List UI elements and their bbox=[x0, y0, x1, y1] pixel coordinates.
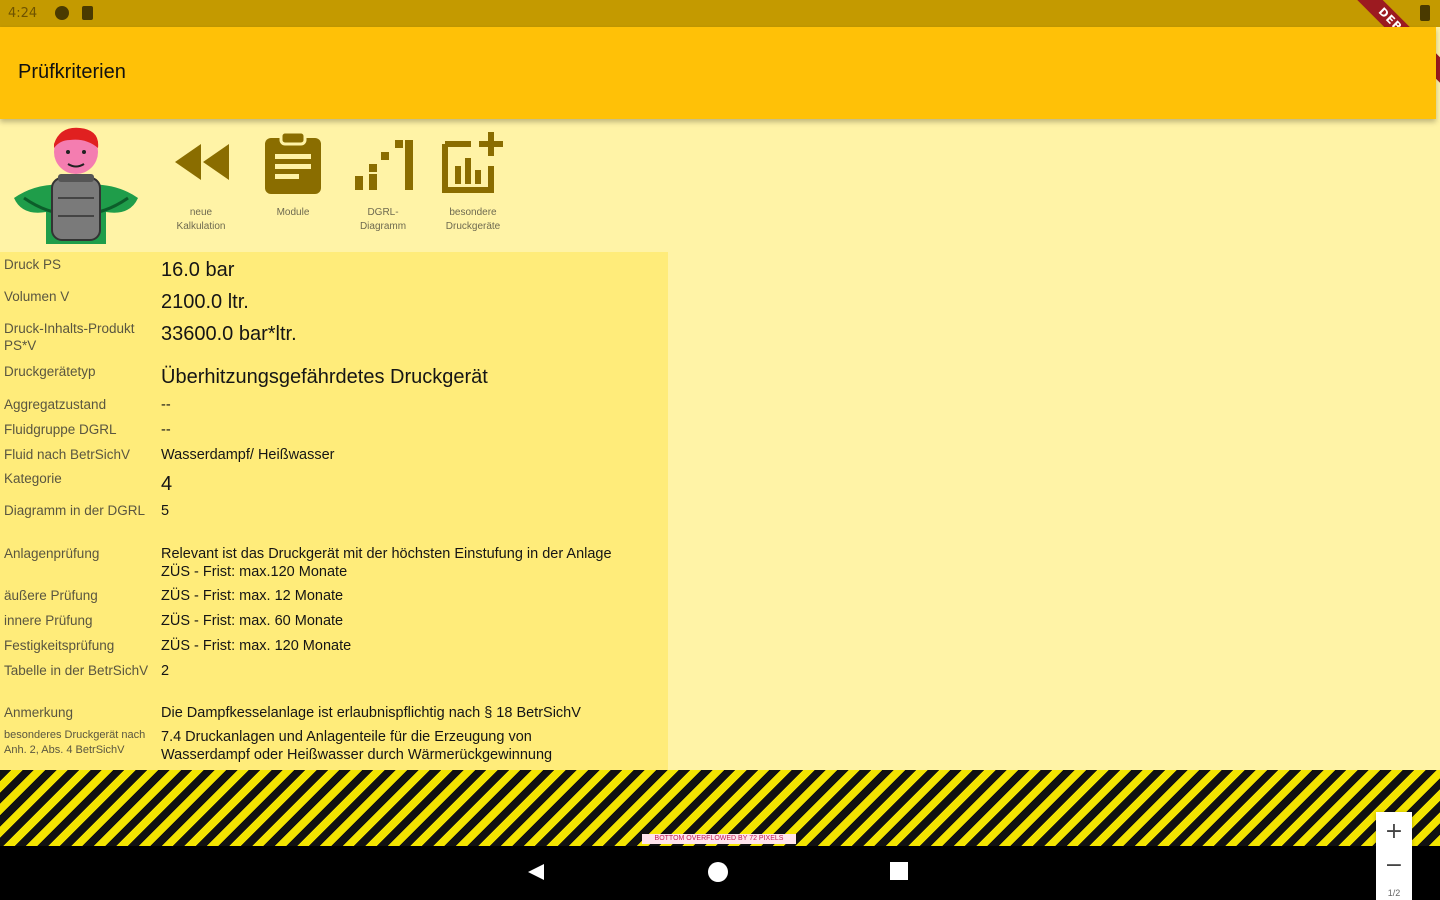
zoom-in-button[interactable]: + bbox=[1376, 814, 1412, 850]
clipboard-icon bbox=[265, 130, 321, 194]
zoom-control: + − 1/2 bbox=[1376, 812, 1412, 900]
navigation-bar bbox=[0, 846, 1440, 900]
row-value: ZÜS - Frist: max. 60 Monate bbox=[161, 613, 344, 629]
rewind-icon bbox=[175, 144, 229, 180]
row-label: Druckgerätetyp bbox=[4, 364, 96, 379]
row-value: 2 bbox=[161, 663, 170, 679]
special-pressure-devices-button[interactable]: besondere Druckgeräte bbox=[428, 130, 518, 234]
row-value: ZÜS - Frist: max. 120 Monate bbox=[161, 638, 352, 654]
chart-steps-icon bbox=[355, 140, 413, 190]
dgrl-diagram-label: DGRL-Diagramm bbox=[359, 207, 407, 232]
add-chart-icon bbox=[442, 132, 503, 193]
status-time: 4:24 bbox=[8, 6, 38, 21]
row-value: -- bbox=[161, 422, 171, 438]
special-pressure-devices-label: besondere Druckgeräte bbox=[445, 207, 501, 232]
row-value: 16.0 bar bbox=[161, 259, 235, 281]
dgrl-diagram-button[interactable]: DGRL-Diagramm bbox=[338, 130, 428, 234]
row-value: ZÜS - Frist: max. 12 Monate bbox=[161, 588, 344, 604]
mascot-avatar-icon bbox=[14, 127, 138, 244]
row-value-line2: Wasserdampf oder Heißwasser durch Wärmer… bbox=[161, 747, 553, 763]
home-icon[interactable] bbox=[708, 862, 728, 882]
row-label: Fluidgruppe DGRL bbox=[4, 422, 117, 437]
row-value: Die Dampfkesselanlage ist erlaubnispflic… bbox=[161, 705, 581, 721]
row-label: Volumen V bbox=[4, 289, 70, 304]
back-icon[interactable] bbox=[526, 862, 546, 882]
row-label: Tabelle in der BetrSichV bbox=[4, 663, 149, 678]
overflow-warning-text: BOTTOM OVERFLOWED BY 72 PIXELS bbox=[642, 834, 796, 844]
battery-icon bbox=[1420, 5, 1430, 21]
row-label: Anlagenprüfung bbox=[4, 546, 100, 561]
row-label: Aggregatzustand bbox=[4, 397, 107, 412]
row-label: äußere Prüfung bbox=[4, 588, 98, 603]
row-label: Festigkeitsprüfung bbox=[4, 638, 115, 653]
page-title: Prüfkriterien bbox=[18, 61, 126, 83]
row-label: besonderes Druckgerät nach Anh. 2, Abs. … bbox=[4, 729, 146, 756]
toolbar: neue Kalkulation Module DGRL-Diagramm be… bbox=[0, 122, 560, 250]
new-calculation-button[interactable]: neue Kalkulation bbox=[156, 130, 246, 234]
zoom-out-button[interactable]: − bbox=[1376, 848, 1412, 884]
row-value: 4 bbox=[161, 473, 173, 495]
row-value: Überhitzungsgefährdetes Druckgerät bbox=[161, 366, 488, 388]
settings-status-icon bbox=[55, 6, 69, 20]
row-value: Wasserdampf/ Heißwasser bbox=[161, 447, 335, 463]
row-label: Druck PS bbox=[4, 257, 62, 272]
app-bar: Prüfkriterien bbox=[0, 27, 1436, 119]
row-label: Kategorie bbox=[4, 471, 62, 486]
sd-card-icon bbox=[82, 6, 93, 20]
row-value: Relevant ist das Druckgerät mit der höch… bbox=[161, 546, 612, 562]
zoom-level-text: 1/2 bbox=[1387, 888, 1401, 898]
row-value: 33600.0 bar*ltr. bbox=[161, 323, 297, 345]
row-label: innere Prüfung bbox=[4, 613, 93, 628]
modules-label: Module bbox=[276, 207, 310, 218]
row-value: -- bbox=[161, 397, 171, 413]
status-bar: 4:24 DEBUG bbox=[0, 0, 1440, 94]
modules-button[interactable]: Module bbox=[248, 130, 338, 220]
recent-apps-icon[interactable] bbox=[890, 862, 908, 880]
row-label: Anmerkung bbox=[4, 705, 74, 720]
row-label: Fluid nach BetrSichV bbox=[4, 447, 131, 462]
row-value: 7.4 Druckanlagen und Anlagenteile für di… bbox=[161, 729, 532, 745]
row-label: Druck-Inhalts-Produkt PS*V bbox=[4, 321, 135, 353]
row-label: Diagramm in der DGRL bbox=[4, 503, 146, 518]
row-value: 5 bbox=[161, 503, 170, 519]
new-calculation-label: neue Kalkulation bbox=[176, 207, 226, 232]
criteria-table: Druck PS 16.0 bar Volumen V 2100.0 ltr. … bbox=[0, 252, 668, 770]
row-value: 2100.0 ltr. bbox=[161, 291, 249, 313]
row-value-line2: ZÜS - Frist: max.120 Monate bbox=[161, 564, 348, 580]
